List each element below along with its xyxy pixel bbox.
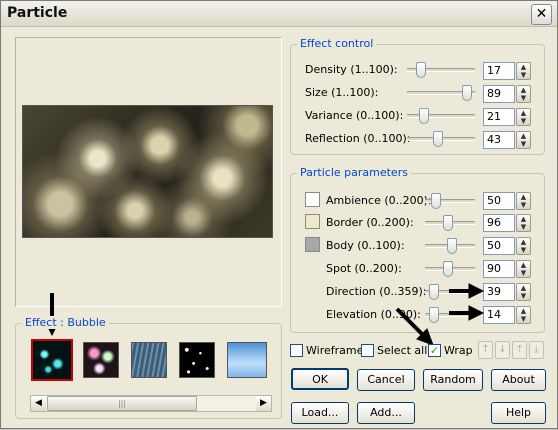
about-button[interactable]: About	[491, 369, 546, 391]
size-spinner[interactable]: ▲ ▼	[516, 85, 531, 103]
particle-dialog: Particle ✕ Effect control Density (1..10…	[0, 0, 558, 429]
effect-thumbnail-rain[interactable]	[131, 342, 167, 378]
size-slider-thumb[interactable]	[462, 85, 472, 101]
preview-image	[22, 105, 273, 238]
direction-label: Direction (0..359):	[326, 285, 427, 298]
border-label: Border (0..200):	[326, 216, 414, 229]
body-color-swatch[interactable]	[305, 237, 320, 252]
wrap-checkbox[interactable]: ✓	[428, 344, 441, 357]
wireframe-label[interactable]: Wireframe	[306, 344, 363, 357]
ok-button[interactable]: OK	[291, 368, 349, 390]
size-label: Size (1..100):	[305, 86, 379, 99]
title-bar: Particle ✕	[1, 1, 557, 27]
spot-label: Spot (0..200):	[326, 262, 402, 275]
direction-slider-thumb[interactable]	[429, 284, 439, 300]
effect-thumbnail-sky[interactable]	[227, 342, 267, 378]
effect-thumbnail-spheres[interactable]	[83, 342, 119, 378]
move-down-button[interactable]: ↓	[495, 341, 510, 359]
ambience-input[interactable]: 50	[483, 192, 515, 210]
direction-spinner[interactable]: ▲ ▼	[516, 283, 531, 301]
density-slider-thumb[interactable]	[416, 62, 426, 78]
variance-slider-track[interactable]	[407, 114, 475, 118]
variance-label: Variance (0..100):	[305, 109, 404, 122]
close-button[interactable]: ✕	[531, 4, 552, 25]
reflection-label: Reflection (0..100):	[305, 132, 411, 145]
add-button[interactable]: Add...	[357, 402, 415, 424]
density-input[interactable]: 17	[483, 62, 515, 80]
border-input[interactable]: 96	[483, 214, 515, 232]
help-button[interactable]: Help	[491, 402, 546, 424]
ambience-color-swatch[interactable]	[305, 192, 320, 207]
density-label: Density (1..100):	[305, 63, 398, 76]
border-slider-thumb[interactable]	[443, 215, 453, 231]
body-input[interactable]: 50	[483, 237, 515, 255]
variance-spinner[interactable]: ▲ ▼	[516, 108, 531, 126]
variance-input[interactable]: 21	[483, 108, 515, 126]
body-spinner[interactable]: ▲ ▼	[516, 237, 531, 255]
border-color-swatch[interactable]	[305, 214, 320, 229]
body-label: Body (0..100):	[326, 239, 405, 252]
window-title: Particle	[7, 5, 68, 21]
wrap-label[interactable]: Wrap	[444, 344, 473, 357]
scroll-thumb[interactable]: |||	[47, 396, 197, 411]
cancel-button[interactable]: Cancel	[357, 369, 415, 391]
elevation-slider-thumb[interactable]	[429, 307, 439, 323]
move-up-button[interactable]: ↑	[478, 341, 493, 359]
select-all-label[interactable]: Select all	[377, 344, 427, 357]
preview-panel	[15, 37, 282, 307]
reflection-input[interactable]: 43	[483, 131, 515, 149]
spot-slider-thumb[interactable]	[443, 261, 453, 277]
spot-spinner[interactable]: ▲ ▼	[516, 260, 531, 278]
effect-thumbnail-snow[interactable]	[179, 342, 215, 378]
spot-input[interactable]: 90	[483, 260, 515, 278]
effect-control-title: Effect control	[297, 37, 377, 50]
direction-input[interactable]: 39	[483, 283, 515, 301]
load-button[interactable]: Load...	[291, 402, 349, 424]
effect-group-title: Effect : Bubble	[22, 316, 109, 329]
reflection-slider-thumb[interactable]	[433, 131, 443, 147]
elevation-label: Elevation (0..90):	[326, 308, 421, 321]
variance-slider-thumb[interactable]	[419, 108, 429, 124]
ambience-spinner[interactable]: ▲ ▼	[516, 192, 531, 210]
select-all-checkbox[interactable]	[361, 344, 374, 357]
elevation-input[interactable]: 14	[483, 306, 515, 324]
scroll-left-arrow[interactable]: ◀	[31, 396, 46, 411]
move-bottom-button[interactable]: ⤓	[529, 341, 544, 359]
wireframe-checkbox[interactable]	[290, 344, 303, 357]
ambience-slider-thumb[interactable]	[431, 193, 441, 209]
border-spinner[interactable]: ▲ ▼	[516, 214, 531, 232]
move-top-button[interactable]: ⤒	[512, 341, 527, 359]
elevation-spinner[interactable]: ▲ ▼	[516, 306, 531, 324]
scroll-right-arrow[interactable]: ▶	[256, 396, 271, 411]
ambience-label: Ambience (0..200):	[326, 194, 432, 207]
body-slider-thumb[interactable]	[447, 238, 457, 254]
density-spinner[interactable]: ▲ ▼	[516, 62, 531, 80]
size-input[interactable]: 89	[483, 85, 515, 103]
reflection-spinner[interactable]: ▲ ▼	[516, 131, 531, 149]
particle-parameters-title: Particle parameters	[297, 166, 411, 179]
effect-thumbnail-bubble[interactable]	[31, 339, 73, 381]
random-button[interactable]: Random	[423, 369, 483, 391]
effect-scrollbar[interactable]: ◀ ||| ▶	[30, 395, 272, 412]
